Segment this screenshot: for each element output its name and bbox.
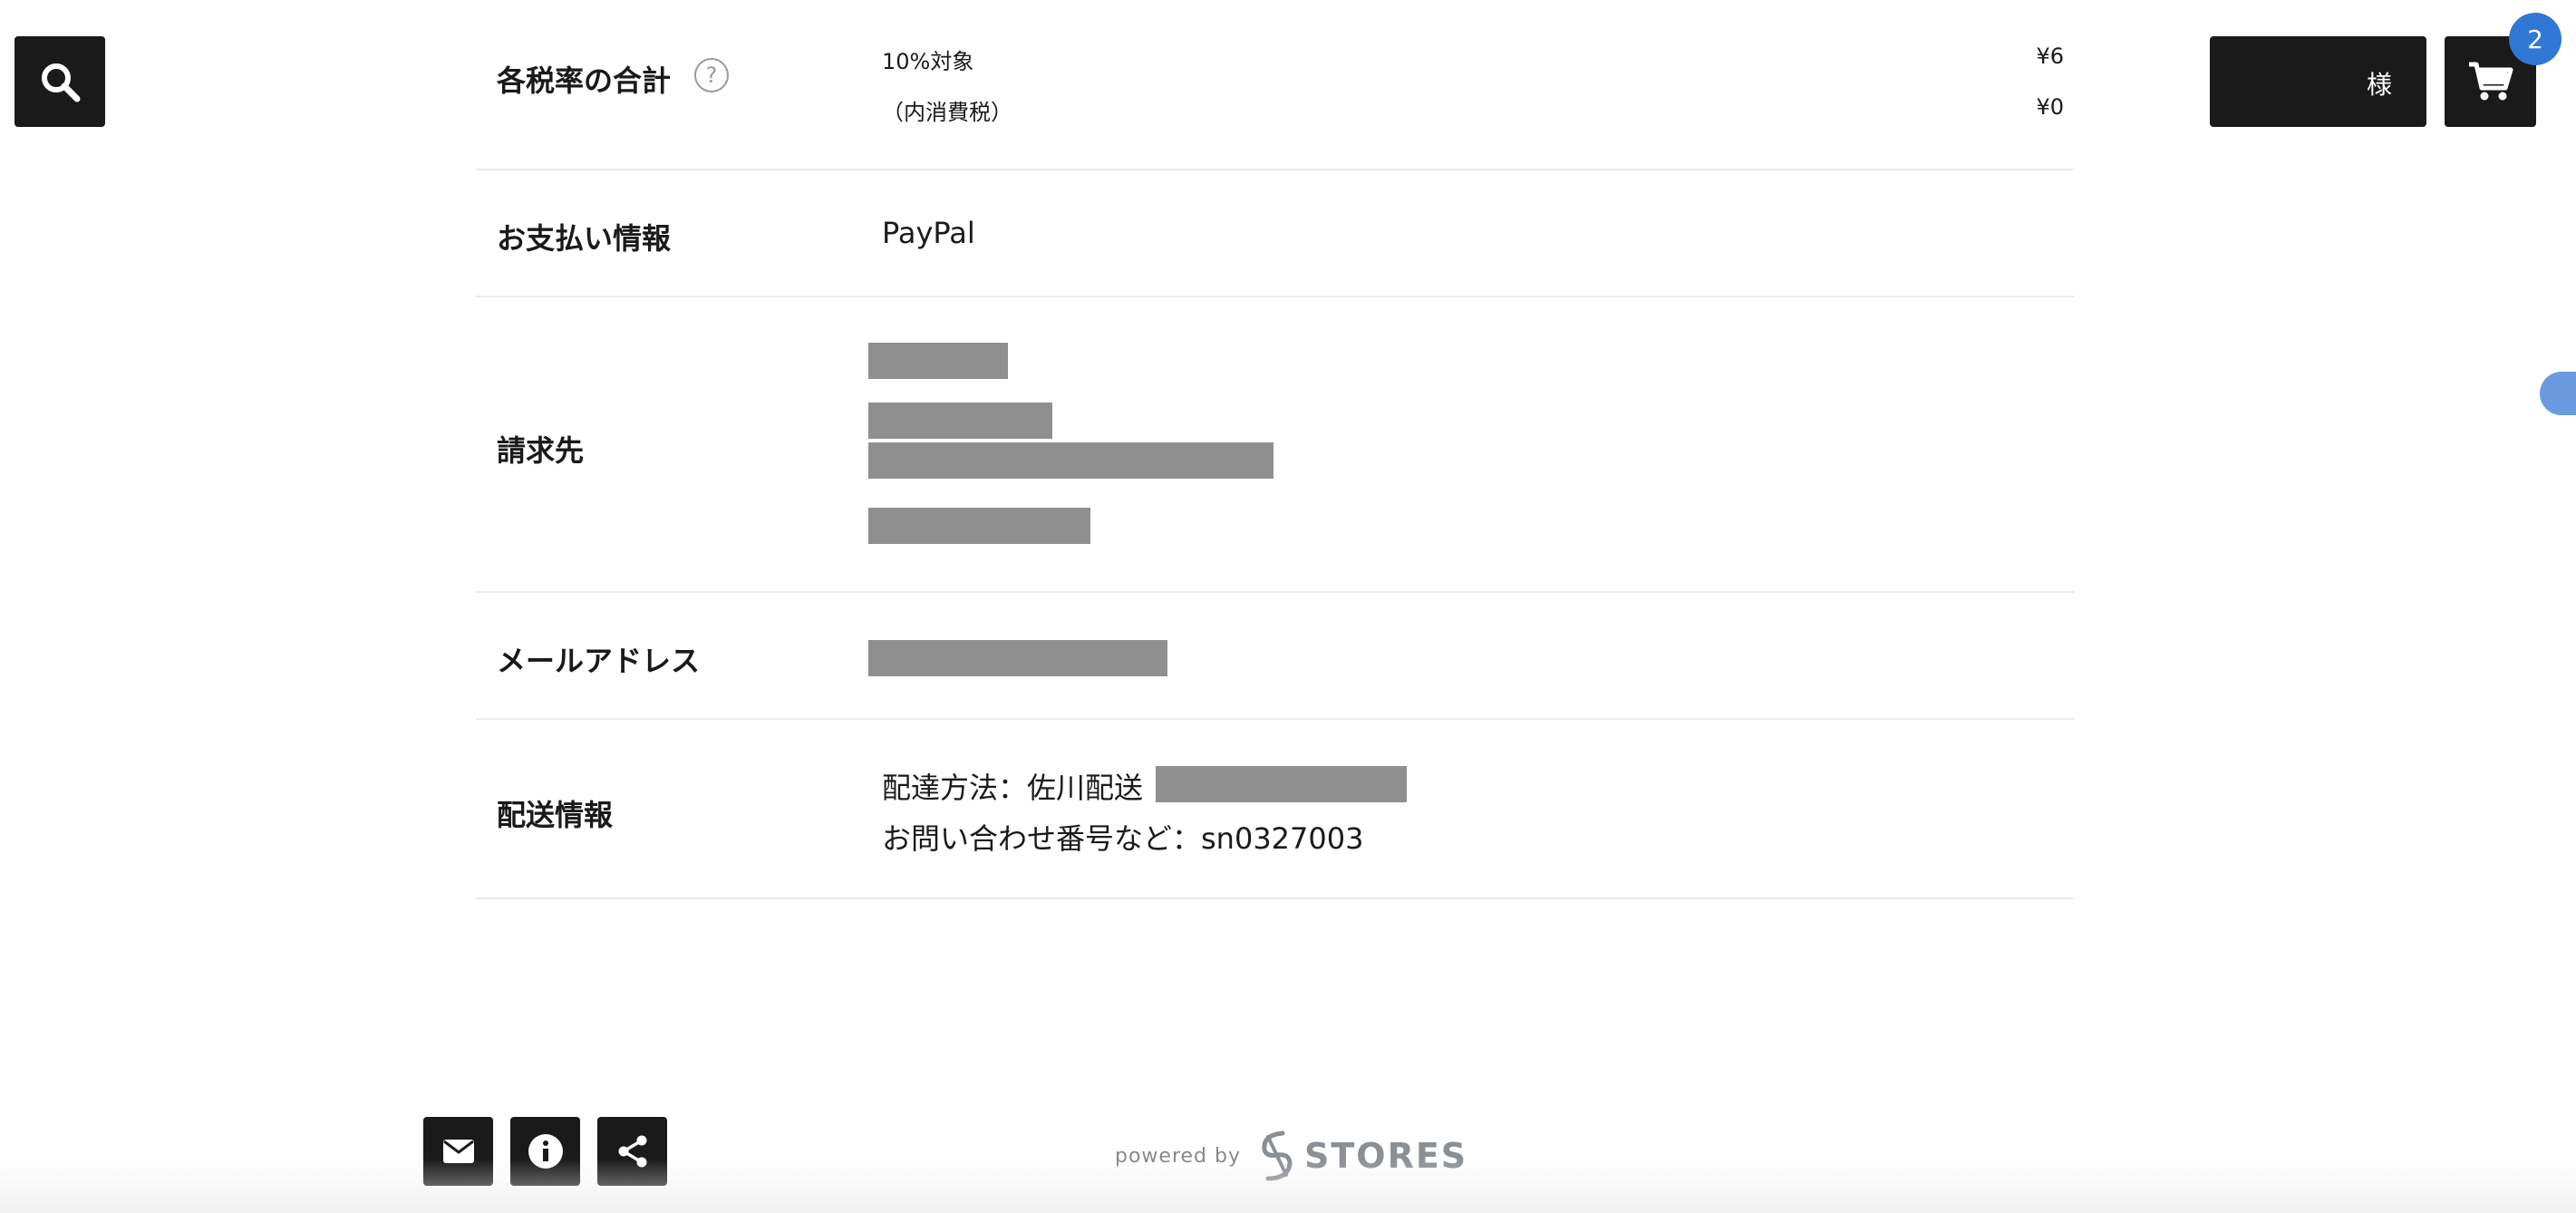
search-icon	[42, 63, 81, 102]
cart-count: 2	[2527, 24, 2543, 54]
search-button[interactable]	[15, 36, 105, 127]
cart-count-badge: 2	[2509, 13, 2561, 65]
tax-line2-label: （内消費税）	[882, 100, 1012, 125]
redacted-shipping-detail	[1156, 766, 1407, 802]
redacted-billing-postal	[868, 403, 1052, 439]
divider	[476, 296, 2074, 297]
divider	[476, 898, 2074, 899]
redacted-billing-phone	[868, 508, 1090, 544]
tax-line2-amount: ¥0	[2036, 94, 2064, 120]
payment-value: PayPal	[882, 216, 975, 250]
billing-label: 請求先	[497, 433, 585, 468]
redacted-billing-name	[868, 343, 1008, 379]
divider	[476, 591, 2074, 593]
account-button[interactable]: 様	[2210, 36, 2426, 127]
payment-label: お支払い情報	[497, 221, 672, 256]
redacted-email	[868, 640, 1167, 676]
help-icon[interactable]: ?	[694, 58, 729, 92]
redacted-billing-address	[868, 442, 1273, 479]
divider	[476, 169, 2074, 170]
user-name-suffix: 様	[2366, 70, 2392, 100]
side-widget-icon[interactable]	[2540, 372, 2576, 415]
tracking-info: お問い合わせ番号など：sn0327003	[882, 821, 1364, 856]
footer-shadow	[0, 1159, 2576, 1213]
email-label: メールアドレス	[497, 644, 701, 678]
shipping-label: 配送情報	[497, 798, 614, 832]
shipping-method: 配達方法：佐川配送	[882, 771, 1144, 805]
tax-total-label: 各税率の合計	[497, 63, 672, 98]
cart-icon	[2468, 62, 2513, 101]
tax-line1-label: 10%対象	[882, 49, 974, 74]
divider	[476, 718, 2074, 720]
tax-line1-amount: ¥6	[2036, 44, 2064, 69]
